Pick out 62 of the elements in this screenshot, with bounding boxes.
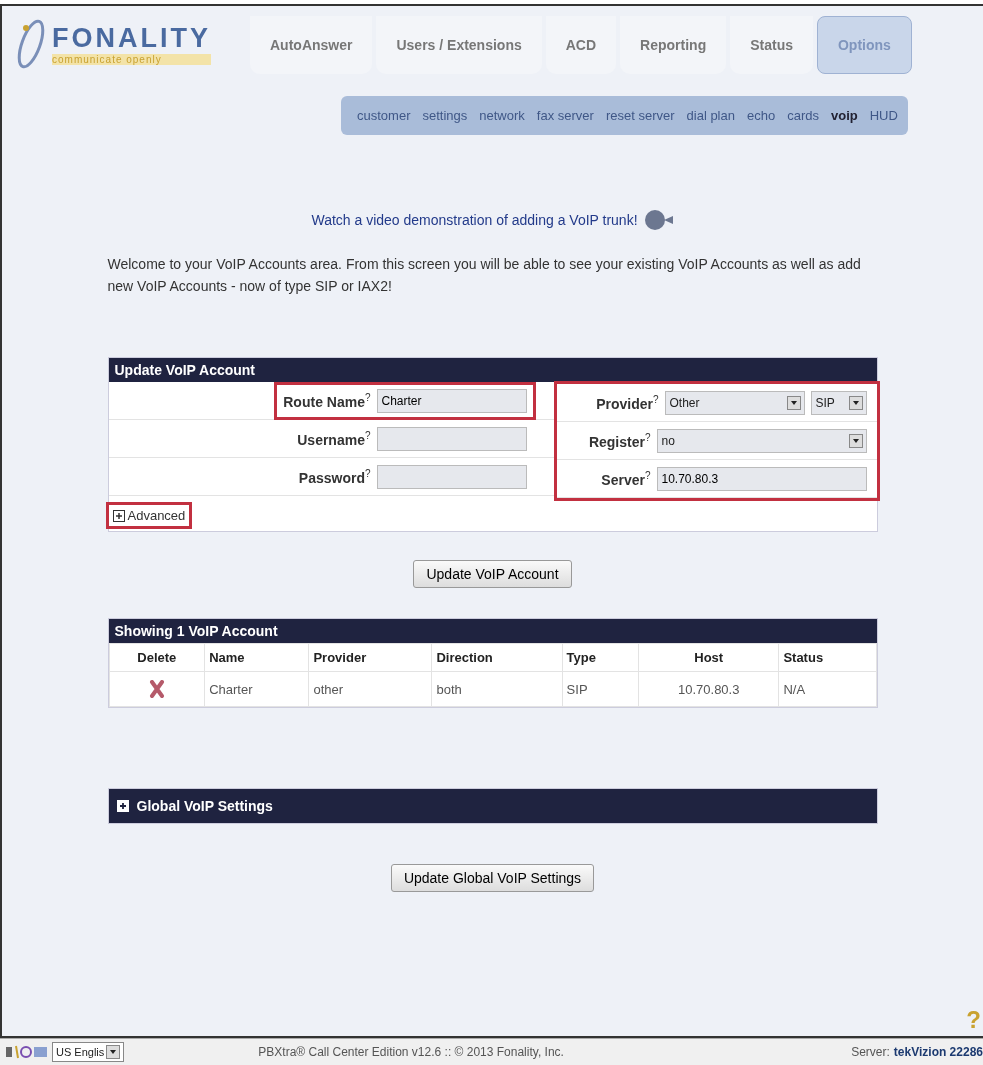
panel-title: Global VoIP Settings	[136, 798, 273, 814]
column-header: Type	[562, 643, 639, 672]
column-header: Direction	[431, 643, 563, 672]
subnav-link[interactable]: cards	[787, 108, 819, 123]
column-header: Host	[638, 643, 779, 672]
subnav-link[interactable]: voip	[830, 108, 858, 123]
subnav-link[interactable]: network	[479, 108, 525, 123]
table-cell: N/A	[778, 671, 876, 707]
field-label: Server$^{?}$	[601, 469, 651, 488]
nav-tab[interactable]: Reporting	[620, 16, 727, 74]
field-label: Provider$^{?}$	[596, 393, 659, 412]
nav-tab[interactable]: Options	[817, 16, 912, 74]
table-cell: Charter	[204, 671, 309, 707]
table-cell: 10.70.80.3	[638, 671, 779, 707]
field-label: Username$^{?}$	[297, 429, 371, 448]
tray-icons-drawing[interactable]	[6, 1045, 48, 1059]
column-header: Provider	[308, 643, 432, 672]
subnav-link[interactable]: fax server	[536, 108, 594, 123]
column-header: Name	[204, 643, 309, 672]
nav-tab[interactable]: Status	[730, 16, 813, 74]
subnav-link[interactable]: HUD	[869, 108, 898, 123]
input-field[interactable]	[376, 426, 527, 451]
panel-title: Showing 1 VoIP Account	[108, 619, 877, 643]
dropdown[interactable]: no	[656, 428, 867, 453]
video-camera-icon[interactable]	[643, 207, 674, 233]
subnav-link[interactable]: customer	[357, 108, 411, 123]
expand-icon[interactable]	[116, 800, 129, 812]
table-cell: both	[431, 671, 563, 707]
column-header: Delete	[109, 643, 205, 672]
server-label: Server:	[851, 1045, 890, 1059]
server-name: tekVizion 22286	[893, 1045, 983, 1059]
logo-tagline: communicate openly	[52, 54, 211, 65]
video-link[interactable]: Watch a video demonstration of adding a VoIP trunk!	[311, 212, 638, 228]
language-dropdown[interactable]: US Englis	[52, 1042, 125, 1062]
input-field[interactable]	[376, 464, 527, 489]
intro-text: Welcome to your VoIP Accounts area. From this screen you will be able to see your existing VoIP Accounts as well as add new VoIP Accounts - now of type SIP or IAX2!	[107, 255, 862, 296]
subnav-link[interactable]: reset server	[605, 108, 675, 123]
dropdown[interactable]: SIP	[810, 390, 867, 415]
field-label: Password$^{?}$	[298, 467, 371, 486]
advanced-toggle[interactable]: Advanced	[108, 505, 190, 526]
update-button[interactable]: Update VoIP Account	[413, 560, 572, 588]
column-header: Status	[778, 643, 876, 672]
field-label: Register$^{?}$	[588, 431, 651, 450]
nav-tab[interactable]: Users / Extensions	[376, 16, 542, 74]
delete-icon[interactable]	[148, 680, 165, 698]
input-field[interactable]: Charter	[376, 388, 527, 413]
panel-title: Update VoIP Account	[108, 358, 877, 382]
subnav-link[interactable]: dial plan	[686, 108, 735, 123]
logo-name: FONALITY	[52, 23, 211, 54]
table-cell: SIP	[562, 671, 639, 707]
status-text: PBXtra® Call Center Edition v12.6 :: © 2013 Fonality, Inc.	[258, 1045, 564, 1059]
help-icon[interactable]: ?	[966, 1006, 981, 1034]
subnav-link[interactable]: echo	[746, 108, 776, 123]
expand-icon	[112, 509, 125, 522]
dropdown[interactable]: Other	[664, 390, 805, 415]
nav-tab[interactable]: ACD	[545, 16, 617, 74]
subnav-link[interactable]: settings	[422, 108, 468, 123]
update-global-button[interactable]: Update Global VoIP Settings	[390, 864, 595, 892]
field-label: Route Name$^{?}$	[283, 391, 371, 410]
table-cell: other	[308, 671, 432, 707]
input-field[interactable]: 10.70.80.3	[656, 466, 867, 491]
nav-tab[interactable]: AutoAnswer	[250, 16, 373, 74]
